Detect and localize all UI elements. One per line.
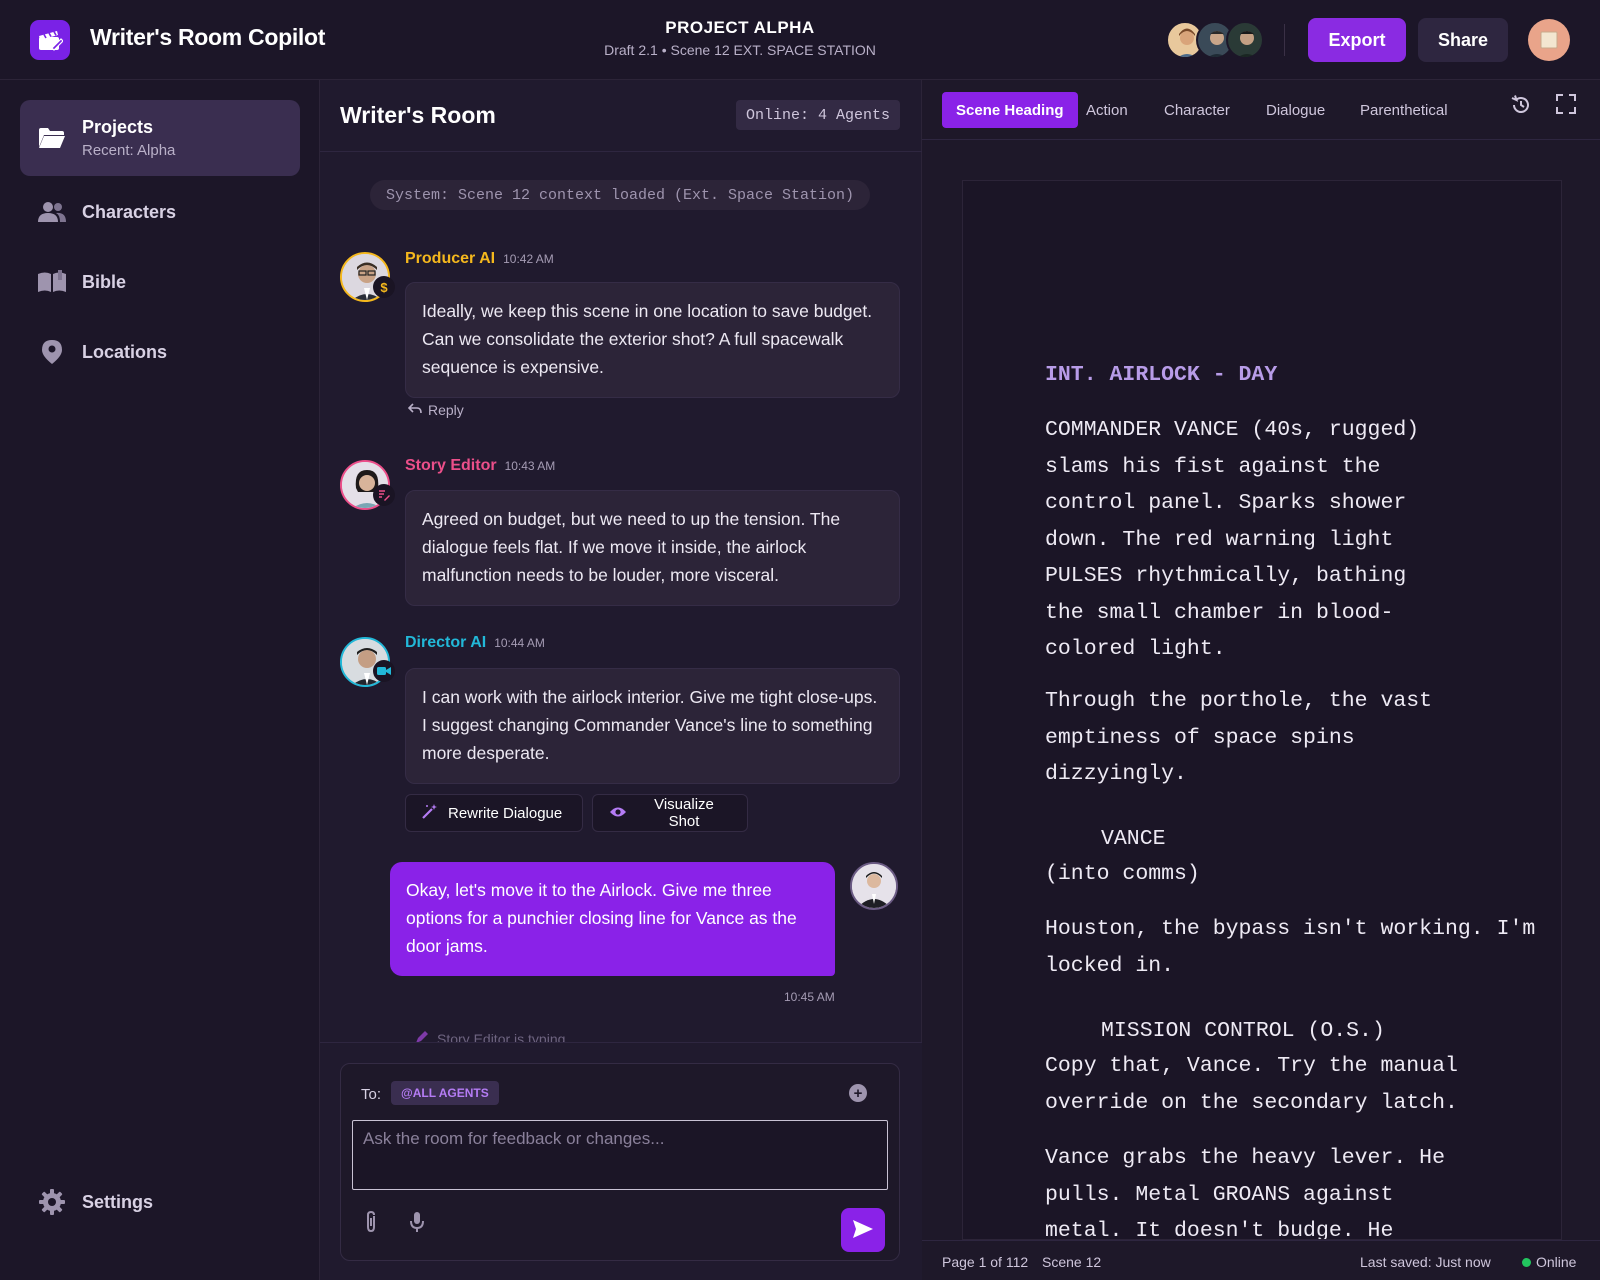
reply-icon — [407, 402, 422, 418]
add-recipient-icon[interactable]: + — [849, 1084, 867, 1102]
online-agents-badge: Online: 4 Agents — [736, 100, 900, 130]
collaborator-avatars[interactable] — [1166, 21, 1276, 59]
reply-label: Reply — [428, 402, 464, 418]
recipient-chip[interactable]: @ALL AGENTS — [391, 1081, 499, 1105]
action-block[interactable]: COMMANDER VANCE (40s, rugged) slams his … — [1045, 412, 1419, 668]
script-page[interactable]: 12 INT. AIRLOCK - DAY COMMANDER VANCE (4… — [962, 180, 1562, 1240]
history-icon[interactable] — [1510, 94, 1532, 121]
action-block[interactable]: Through the porthole, the vast emptiness… — [1045, 683, 1432, 793]
magic-wand-icon — [422, 803, 438, 823]
sidebar-item-locations[interactable]: Locations — [20, 324, 300, 380]
sidebar-item-label: Settings — [82, 1191, 154, 1212]
app-header: Writer's Room Copilot PROJECT ALPHA Draf… — [0, 0, 1600, 80]
share-button[interactable]: Share — [1418, 18, 1508, 62]
user-message-avatar[interactable] — [850, 862, 898, 910]
sidebar-item-settings[interactable]: Settings — [20, 1174, 300, 1230]
message-bubble: Agreed on budget, but we need to up the … — [405, 490, 900, 606]
book-open-icon — [36, 268, 68, 296]
character-cue[interactable]: MISSION CONTROL (O.S.) — [1101, 1013, 1385, 1050]
dialogue-block[interactable]: Copy that, Vance. Try the manual overrid… — [1045, 1048, 1458, 1121]
map-pin-icon — [36, 338, 68, 366]
dialogue-block[interactable]: Houston, the bypass isn't working. I'm l… — [1045, 911, 1561, 984]
status-bar: Page 1 of 112 Scene 12 Last saved: Just … — [922, 1240, 1600, 1280]
format-action[interactable]: Action — [1072, 92, 1142, 128]
header-divider — [1284, 24, 1285, 56]
format-dialogue[interactable]: Dialogue — [1252, 92, 1339, 128]
message-bubble: I can work with the airlock interior. Gi… — [405, 668, 900, 784]
message-author: Story Editor 10:43 AM — [405, 457, 556, 474]
sidebar-item-label: Projects — [82, 117, 154, 137]
message-time: 10:42 AM — [503, 252, 554, 266]
sidebar-item-bible[interactable]: Bible — [20, 254, 300, 310]
app-title: Writer's Room Copilot — [90, 24, 326, 50]
visualize-shot-label: Visualize Shot — [654, 796, 714, 830]
format-parenthetical[interactable]: Parenthetical — [1346, 92, 1462, 128]
action-block[interactable]: Vance grabs the heavy lever. He pulls. M… — [1045, 1140, 1445, 1239]
scene-heading[interactable]: INT. AIRLOCK - DAY — [1045, 357, 1277, 394]
paperclip-icon[interactable] — [363, 1210, 379, 1239]
video-camera-icon — [373, 660, 395, 682]
reply-link[interactable]: Reply — [407, 402, 464, 418]
sidebar-item-label: Bible — [82, 271, 127, 292]
project-subtitle: Draft 2.1 • Scene 12 EXT. SPACE STATION — [604, 42, 876, 58]
sidebar-item-label: Locations — [82, 341, 168, 362]
sidebar-item-sublabel: Recent: Alpha — [82, 142, 176, 159]
user-avatar[interactable] — [1528, 19, 1570, 61]
page-indicator: Page 1 of 112 — [942, 1254, 1029, 1270]
system-message: System: Scene 12 context loaded (Ext. Sp… — [370, 180, 870, 210]
recipient-label: To: — [361, 1086, 382, 1103]
parenthetical[interactable]: (into comms) — [1045, 856, 1200, 893]
online-status-dot — [1522, 1258, 1531, 1267]
message-composer: To: @ALL AGENTS + — [340, 1063, 900, 1261]
send-button[interactable] — [841, 1208, 885, 1252]
online-status: Online — [1536, 1254, 1577, 1270]
user-message-time: 10:45 AM — [784, 990, 835, 1004]
message-input[interactable] — [352, 1120, 888, 1190]
microphone-icon[interactable] — [409, 1210, 425, 1239]
sidebar-item-characters[interactable]: Characters — [20, 184, 300, 240]
message-time: 10:43 AM — [504, 459, 556, 473]
sidebar-item-projects[interactable]: Projects Recent: Alpha — [20, 100, 300, 176]
message-author: Director AI 10:44 AM — [405, 634, 545, 651]
project-name: PROJECT ALPHA — [665, 18, 815, 37]
format-character[interactable]: Character — [1150, 92, 1244, 128]
folder-open-icon — [36, 124, 68, 152]
user-message-bubble: Okay, let's move it to the Airlock. Give… — [390, 862, 835, 976]
visualize-shot-button[interactable]: Visualize Shot — [592, 794, 748, 832]
chat-title: Writer's Room — [340, 102, 496, 128]
sidebar: Projects Recent: Alpha Characters Bible … — [0, 80, 320, 1280]
rewrite-dialogue-label: Rewrite Dialogue — [448, 804, 563, 822]
message-time: 10:44 AM — [494, 636, 545, 650]
format-scene-heading[interactable]: Scene Heading — [942, 92, 1078, 128]
message-author: Producer AI 10:42 AM — [405, 250, 554, 267]
send-icon — [852, 1219, 874, 1242]
scene-indicator: Scene 12 — [1042, 1254, 1102, 1270]
rewrite-dialogue-button[interactable]: Rewrite Dialogue — [405, 794, 583, 832]
chat-panel: Writer's Room Online: 4 Agents System: S… — [320, 80, 922, 1280]
eye-icon — [609, 805, 627, 822]
export-button[interactable]: Export — [1308, 18, 1406, 62]
project-info: PROJECT ALPHA Draft 2.1 • Scene 12 EXT. … — [570, 18, 910, 58]
script-editor: Scene Heading Action Character Dialogue … — [922, 80, 1600, 1280]
collaborator-avatar[interactable] — [1226, 21, 1264, 59]
save-status: Last saved: Just now — [1360, 1254, 1491, 1270]
fullscreen-icon[interactable] — [1556, 94, 1576, 119]
message-bubble: Ideally, we keep this scene in one locat… — [405, 282, 900, 398]
clapperboard-logo-icon — [30, 20, 70, 60]
chat-header: Writer's Room Online: 4 Agents — [320, 80, 922, 152]
dollar-icon: $ — [373, 276, 395, 298]
users-icon — [36, 198, 68, 226]
sidebar-item-label: Characters — [82, 201, 177, 222]
character-cue[interactable]: VANCE — [1101, 821, 1166, 858]
format-toolbar: Scene Heading Action Character Dialogue … — [922, 80, 1600, 140]
gear-icon — [36, 1188, 68, 1216]
edit-icon — [373, 484, 395, 506]
composer-area: To: @ALL AGENTS + — [320, 1042, 922, 1280]
